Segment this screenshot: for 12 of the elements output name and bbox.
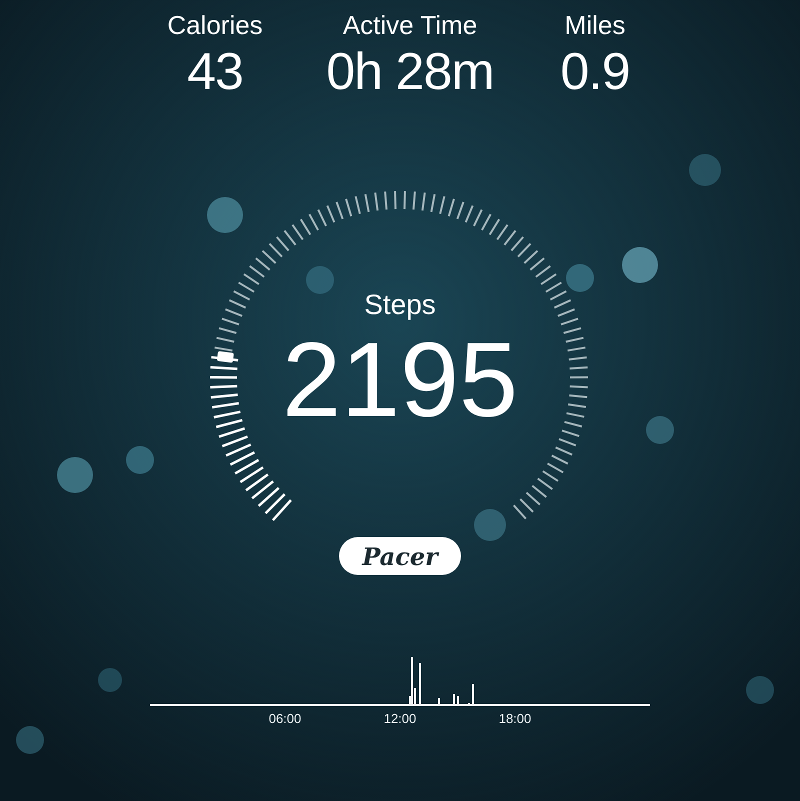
- stat-label: Miles: [564, 10, 626, 40]
- brand-button[interactable]: Pacer: [339, 537, 461, 575]
- stat-value: 0.9: [560, 42, 630, 102]
- steps-label: Steps: [364, 289, 436, 321]
- stat-value: 0h 28m: [326, 42, 494, 102]
- stat-value: 43: [187, 42, 243, 102]
- steps-count: 2195: [282, 325, 518, 435]
- stat-label: Active Time: [342, 10, 478, 40]
- time-label: 06:00: [268, 711, 302, 726]
- time-label: 12:00: [382, 711, 418, 726]
- stat-label: Calories: [167, 10, 263, 40]
- time-label: 18:00: [498, 711, 532, 726]
